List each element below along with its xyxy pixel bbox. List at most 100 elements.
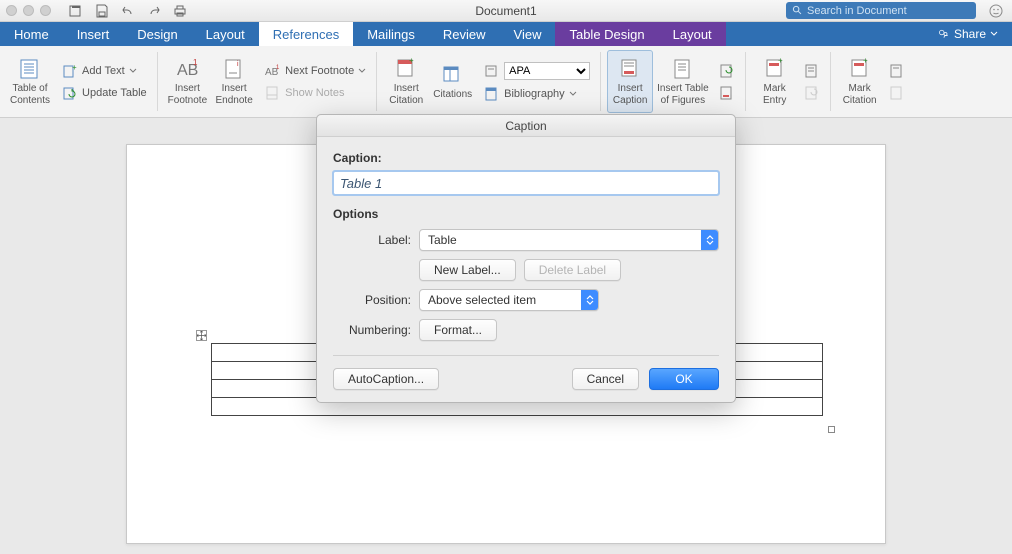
svg-text:+: +	[409, 57, 414, 65]
group-index: + Mark Entry	[746, 46, 830, 117]
save-icon[interactable]	[91, 2, 113, 20]
chevron-down-icon	[569, 90, 577, 98]
ok-button[interactable]: OK	[649, 368, 719, 390]
caption-dialog: Caption Caption: Options Label: Table Ne…	[316, 114, 736, 403]
tab-mailings[interactable]: Mailings	[353, 22, 429, 46]
toc-icon	[18, 57, 42, 81]
cancel-button[interactable]: Cancel	[572, 368, 639, 390]
traffic-lights	[6, 5, 51, 16]
insert-endnote-button[interactable]: i Insert Endnote	[211, 50, 257, 113]
style-icon	[484, 63, 500, 79]
group-captions: Insert Caption Insert Table of Figures	[601, 46, 745, 117]
bibliography-icon	[484, 86, 500, 102]
mark-entry-button[interactable]: + Mark Entry	[752, 50, 798, 113]
customize-qat-icon[interactable]	[65, 2, 87, 20]
search-placeholder: Search in Document	[807, 5, 907, 17]
tab-view[interactable]: View	[500, 22, 556, 46]
insert-footnote-label: Insert Footnote	[168, 83, 207, 106]
minimize-window-icon[interactable]	[23, 5, 34, 16]
group-citations: + Insert Citation Citations APA Bibliogr…	[377, 46, 600, 117]
svg-text:+: +	[778, 57, 783, 65]
mark-citation-button[interactable]: + Mark Citation	[837, 50, 883, 113]
caption-heading: Caption:	[333, 151, 719, 165]
insert-caption-button[interactable]: Insert Caption	[607, 50, 653, 113]
position-select[interactable]: Above selected item	[419, 289, 599, 311]
caption-input[interactable]	[333, 171, 719, 195]
chevron-down-icon	[358, 67, 366, 75]
group-toc: Table ofContents + Add Text Update Table	[0, 46, 157, 117]
insert-table-of-figures-button[interactable]: Insert Table of Figures	[653, 50, 713, 113]
show-notes-icon	[265, 85, 281, 101]
mark-citation-label: Mark Citation	[843, 83, 877, 106]
add-text-icon: +	[62, 63, 78, 79]
endnote-icon: i	[222, 57, 246, 81]
tab-insert[interactable]: Insert	[63, 22, 124, 46]
delete-label-button: Delete Label	[524, 259, 621, 281]
search-icon	[792, 5, 803, 16]
toc-label2: Contents	[10, 95, 50, 106]
update-toa-icon[interactable]	[885, 83, 909, 103]
bibliography-button[interactable]: Bibliography	[480, 84, 594, 104]
label-select[interactable]: Table	[419, 229, 719, 251]
table-resize-handle[interactable]	[828, 426, 835, 433]
feedback-icon[interactable]	[986, 1, 1006, 21]
insert-citation-label: Insert Citation	[389, 83, 423, 106]
insert-citation-icon: +	[394, 57, 418, 81]
next-footnote-button[interactable]: AB1 Next Footnote	[261, 61, 370, 81]
table-move-handle[interactable]	[196, 330, 207, 341]
tof-icon	[671, 57, 695, 81]
style-dropdown[interactable]: APA	[504, 62, 590, 80]
insert-citation-button[interactable]: + Insert Citation	[383, 50, 429, 113]
tab-layout[interactable]: Layout	[192, 22, 259, 46]
chevron-down-icon	[129, 67, 137, 75]
redo-icon[interactable]	[143, 2, 165, 20]
add-text-button[interactable]: + Add Text	[58, 61, 151, 81]
share-icon	[938, 28, 950, 40]
next-footnote-icon: AB1	[265, 63, 281, 79]
share-button[interactable]: Share	[924, 22, 1012, 46]
group-authorities: + Mark Citation	[831, 46, 915, 117]
svg-text:1: 1	[193, 58, 198, 67]
toc-label1: Table of	[13, 83, 48, 94]
cross-reference-icon[interactable]	[715, 83, 739, 103]
zoom-window-icon[interactable]	[40, 5, 51, 16]
citation-style-select[interactable]: APA	[480, 60, 594, 82]
insert-footnote-button[interactable]: AB1 Insert Footnote	[164, 50, 211, 113]
update-table-label: Update Table	[82, 87, 147, 99]
tab-home[interactable]: Home	[0, 22, 63, 46]
group-footnotes: AB1 Insert Footnote i Insert Endnote AB1…	[158, 46, 377, 117]
update-tof-icon[interactable]	[715, 61, 739, 81]
move-icon	[197, 331, 206, 340]
insert-caption-icon	[618, 57, 642, 81]
format-button[interactable]: Format...	[419, 319, 497, 341]
new-label-button[interactable]: New Label...	[419, 259, 516, 281]
tab-table-design[interactable]: Table Design	[555, 22, 658, 46]
update-index-icon[interactable]	[800, 83, 824, 103]
close-window-icon[interactable]	[6, 5, 17, 16]
undo-icon[interactable]	[117, 2, 139, 20]
update-table-icon	[62, 85, 78, 101]
insert-endnote-label: Insert Endnote	[216, 83, 253, 106]
label-select-value: Table	[428, 233, 457, 247]
mark-entry-label: Mark Entry	[763, 83, 786, 106]
tab-design[interactable]: Design	[123, 22, 191, 46]
options-heading: Options	[333, 207, 719, 221]
tab-references[interactable]: References	[259, 22, 353, 46]
print-icon[interactable]	[169, 2, 191, 20]
table-of-contents-button[interactable]: Table ofContents	[6, 50, 54, 113]
next-footnote-label: Next Footnote	[285, 65, 354, 77]
insert-toa-icon[interactable]	[885, 61, 909, 81]
tof-label: Insert Table of Figures	[657, 83, 709, 106]
svg-text:+: +	[863, 57, 868, 65]
position-field-label: Position:	[333, 293, 411, 307]
citations-pane-button[interactable]: Citations	[429, 50, 476, 113]
search-input[interactable]: Search in Document	[786, 2, 976, 19]
autocaption-button[interactable]: AutoCaption...	[333, 368, 439, 390]
ribbon: Table ofContents + Add Text Update Table…	[0, 46, 1012, 118]
tab-review[interactable]: Review	[429, 22, 500, 46]
update-table-button[interactable]: Update Table	[58, 83, 151, 103]
insert-index-icon[interactable]	[800, 61, 824, 81]
share-label: Share	[954, 27, 986, 41]
tab-table-layout[interactable]: Layout	[659, 22, 726, 46]
numbering-field-label: Numbering:	[333, 323, 411, 337]
